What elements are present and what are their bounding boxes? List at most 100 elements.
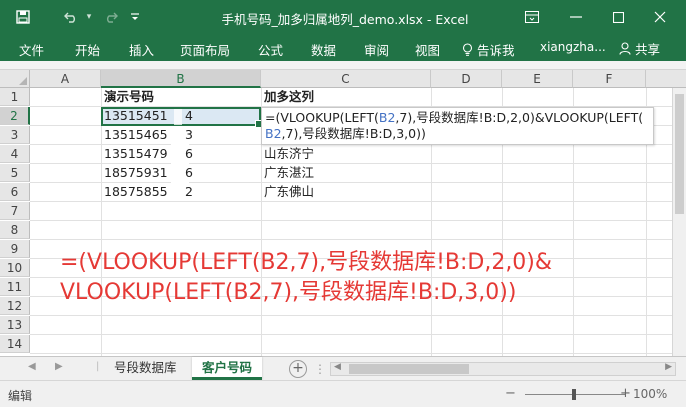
row-header-2[interactable]: 2 bbox=[0, 107, 30, 125]
vertical-scrollbar[interactable] bbox=[672, 88, 686, 356]
undo-dropdown-icon[interactable]: ▾ bbox=[83, 6, 95, 28]
cell-b4-tail: 6 bbox=[185, 146, 193, 161]
tab-formulas[interactable]: 公式 bbox=[258, 40, 283, 59]
minimize-icon[interactable] bbox=[556, 4, 596, 30]
cell-b3-tail: 3 bbox=[185, 127, 193, 142]
tab-view[interactable]: 视图 bbox=[415, 40, 440, 59]
worksheet-grid[interactable]: A B C D E F 1 2 3 4 5 6 7 8 9 10 11 12 1… bbox=[0, 70, 686, 356]
share-label: 共享 bbox=[635, 41, 661, 57]
sheet-tab-segment-db[interactable]: 号段数据库 bbox=[104, 357, 187, 380]
column-header-g[interactable] bbox=[646, 70, 686, 88]
select-all-corner[interactable] bbox=[0, 70, 30, 88]
cell-c6[interactable]: 广东佛山 bbox=[261, 183, 314, 201]
column-header-c[interactable]: C bbox=[261, 70, 431, 88]
gridline bbox=[30, 315, 686, 316]
tabs-splitter-icon[interactable]: ⋮ bbox=[314, 362, 326, 376]
ribbon-collapsed-strip bbox=[0, 61, 686, 70]
status-bar: 编辑 − + 100% bbox=[0, 380, 686, 407]
tab-page-layout[interactable]: 页面布局 bbox=[180, 40, 230, 59]
account-name[interactable]: xiangzha... bbox=[540, 40, 606, 54]
gridline bbox=[30, 220, 686, 221]
row-header-5[interactable]: 5 bbox=[0, 164, 30, 182]
row-header-3[interactable]: 3 bbox=[0, 126, 30, 144]
cell-b5[interactable]: 18575931 bbox=[101, 164, 168, 182]
next-sheet-icon[interactable]: ▶ bbox=[55, 361, 63, 372]
cell-b3[interactable]: 13515465 bbox=[101, 126, 168, 144]
window-title: 手机号码_加多归属地列_demo.xlsx - Excel bbox=[221, 12, 469, 27]
edit-line-2-ref: B2 bbox=[265, 126, 282, 141]
cell-b1[interactable]: 演示号码 bbox=[101, 88, 154, 106]
sheet-tabs-bar: ◀ ▶ | 号段数据库 客户号码 + ⋮ ◀ ▶ bbox=[0, 356, 686, 380]
row-header-13[interactable]: 13 bbox=[0, 316, 30, 334]
cell-b4[interactable]: 13515479 bbox=[101, 145, 168, 163]
horizontal-scroll-thumb[interactable] bbox=[349, 364, 469, 374]
save-icon[interactable] bbox=[12, 6, 34, 28]
row-header-4[interactable]: 4 bbox=[0, 145, 30, 163]
cell-c5[interactable]: 广东湛江 bbox=[261, 164, 314, 182]
tab-file[interactable]: 文件 bbox=[19, 40, 44, 59]
add-sheet-icon[interactable]: + bbox=[289, 360, 307, 378]
lightbulb-icon bbox=[462, 43, 473, 56]
row-header-7[interactable]: 7 bbox=[0, 202, 30, 220]
edit-line-1-part-b: ,7),号段数据库!B:D,2,0)&VLOOKUP(LEFT( bbox=[395, 110, 644, 125]
status-mode: 编辑 bbox=[8, 389, 33, 403]
cell-c1[interactable]: 加多这列 bbox=[261, 88, 314, 106]
edit-line-1-ref: B2 bbox=[378, 110, 396, 125]
cell-c4[interactable]: 山东济宁 bbox=[261, 145, 314, 163]
cell-b2-tail: 4 bbox=[185, 108, 193, 123]
row-header-14[interactable]: 14 bbox=[0, 335, 30, 353]
column-header-f[interactable]: F bbox=[573, 70, 646, 88]
zoom-slider-knob[interactable] bbox=[572, 389, 576, 400]
tell-me-box[interactable]: 告诉我 bbox=[462, 40, 515, 59]
cell-b6[interactable]: 18575855 bbox=[101, 183, 168, 201]
formula-annotation: =(VLOOKUP(LEFT(B2,7),号段数据库!B:D,2,0)& VLO… bbox=[60, 248, 675, 308]
zoom-out-icon[interactable]: − bbox=[505, 386, 516, 401]
scroll-right-icon[interactable]: ▶ bbox=[665, 362, 672, 372]
gridline bbox=[30, 334, 686, 335]
row-header-9[interactable]: 9 bbox=[0, 240, 30, 258]
row-header-6[interactable]: 6 bbox=[0, 183, 30, 201]
ribbon-display-options-icon[interactable] bbox=[512, 4, 552, 30]
gridline bbox=[30, 239, 686, 240]
tab-data[interactable]: 数据 bbox=[311, 40, 336, 59]
tab-home[interactable]: 开始 bbox=[75, 40, 100, 59]
undo-icon[interactable] bbox=[60, 6, 82, 28]
gridline bbox=[30, 353, 686, 354]
cell-b5-tail: 6 bbox=[185, 165, 193, 180]
row-header-11[interactable]: 11 bbox=[0, 278, 30, 296]
prev-sheet-icon[interactable]: ◀ bbox=[28, 361, 36, 372]
person-icon bbox=[619, 41, 631, 55]
row-header-1[interactable]: 1 bbox=[0, 88, 30, 106]
zoom-level[interactable]: 100% bbox=[633, 387, 667, 401]
maximize-icon[interactable] bbox=[598, 4, 638, 30]
redo-icon[interactable] bbox=[100, 6, 122, 28]
share-button[interactable]: 共享 bbox=[613, 37, 666, 59]
column-header-e[interactable]: E bbox=[502, 70, 573, 88]
row-header-8[interactable]: 8 bbox=[0, 221, 30, 239]
customize-quick-access-icon[interactable] bbox=[126, 6, 144, 28]
edit-line-2: B2,7),号段数据库!B:D,3,0)) bbox=[265, 126, 650, 142]
column-header-d[interactable]: D bbox=[431, 70, 502, 88]
column-header-b[interactable]: B bbox=[101, 70, 261, 88]
edit-line-1: =(VLOOKUP(LEFT(B2,7),号段数据库!B:D,2,0)&VLOO… bbox=[265, 110, 650, 126]
formula-annotation-line-1: =(VLOOKUP(LEFT(B2,7),号段数据库!B:D,2,0)& bbox=[60, 250, 553, 275]
sheet-tab-customer-numbers[interactable]: 客户号码 bbox=[192, 357, 263, 380]
row-header-10[interactable]: 10 bbox=[0, 259, 30, 277]
tab-review[interactable]: 审阅 bbox=[364, 40, 389, 59]
scroll-left-icon[interactable]: ◀ bbox=[334, 362, 341, 372]
close-icon[interactable] bbox=[640, 4, 680, 30]
gridline bbox=[30, 201, 686, 202]
edit-line-1-part-a: =(VLOOKUP(LEFT( bbox=[265, 110, 379, 125]
zoom-in-icon[interactable]: + bbox=[620, 386, 631, 401]
sheet-divider: | bbox=[96, 361, 100, 372]
column-header-a[interactable]: A bbox=[30, 70, 101, 88]
vertical-scroll-thumb[interactable] bbox=[675, 94, 684, 214]
row-header-12[interactable]: 12 bbox=[0, 297, 30, 315]
horizontal-scrollbar[interactable]: ◀ ▶ bbox=[330, 362, 676, 376]
tab-insert[interactable]: 插入 bbox=[129, 40, 154, 59]
cell-b2[interactable]: 13515451 bbox=[101, 107, 168, 125]
edit-line-2-part-b: ,7),号段数据库!B:D,3,0)) bbox=[281, 126, 426, 141]
cell-c2-edit-box[interactable]: =(VLOOKUP(LEFT(B2,7),号段数据库!B:D,2,0)&VLOO… bbox=[261, 107, 654, 145]
tell-me-label: 告诉我 bbox=[477, 43, 515, 58]
cursor-mark bbox=[174, 109, 182, 125]
